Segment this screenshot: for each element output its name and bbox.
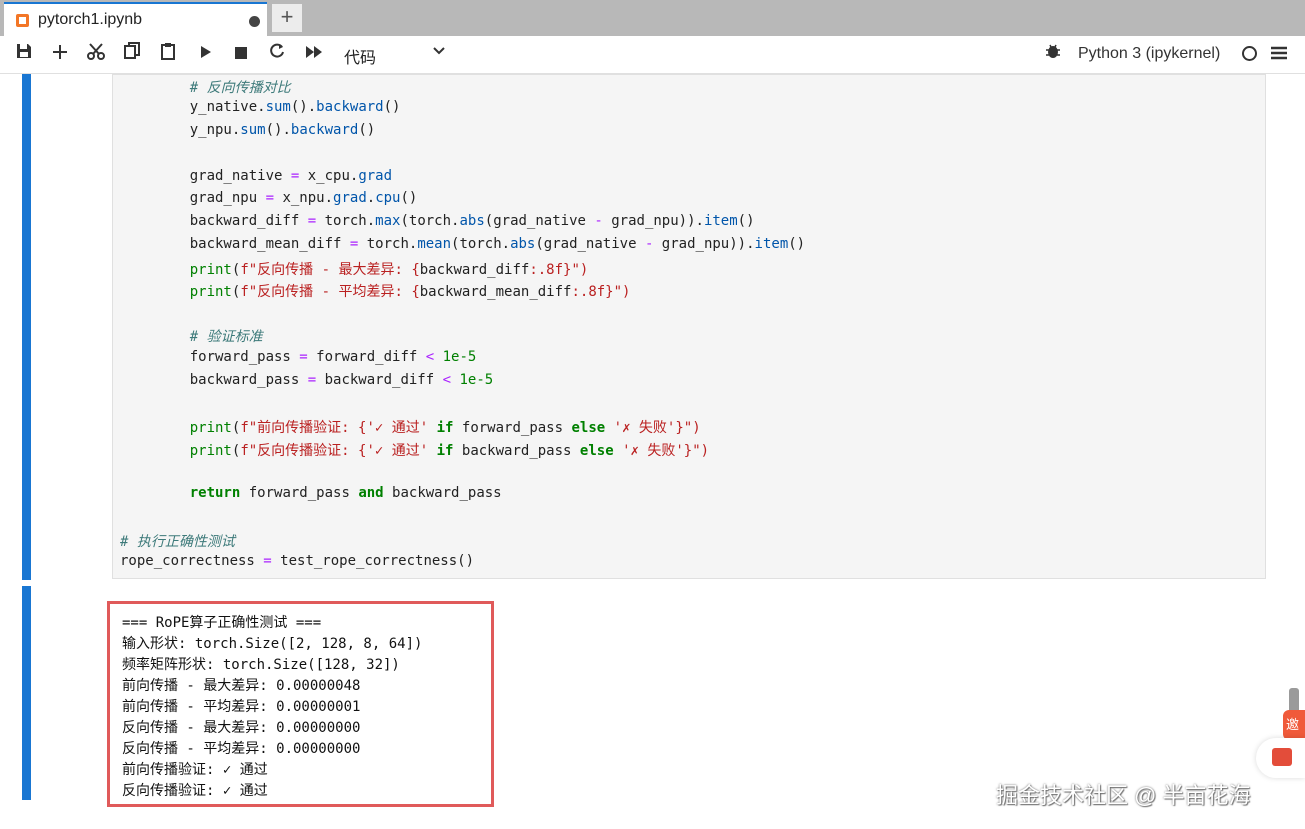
- code-line: return forward_pass and backward_pass: [189, 485, 502, 501]
- unsaved-dot-icon[interactable]: [249, 16, 260, 27]
- kernel-status-icon: [1242, 46, 1257, 61]
- cut-icon[interactable]: [86, 42, 106, 66]
- code-line: backward_pass = backward_diff < 1e-5: [156, 372, 494, 388]
- code-line: backward_mean_diff = torch.mean(torch.ab…: [156, 236, 806, 252]
- save-icon[interactable]: [14, 42, 34, 66]
- output-cell-collapser[interactable]: [22, 586, 31, 800]
- new-tab-button[interactable]: +: [272, 4, 302, 32]
- output-area: === RoPE算子正确性测试 === 输入形状: torch.Size([2,…: [107, 601, 494, 807]
- gift-icon: [1272, 748, 1292, 766]
- stop-icon[interactable]: [231, 42, 251, 66]
- code-line: y_native.sum().backward(): [156, 99, 401, 115]
- code-line: print(f"反向传播 - 平均差异: {backward_mean_diff…: [189, 284, 631, 300]
- code-line: backward_diff = torch.max(torch.abs(grad…: [156, 213, 755, 229]
- code-line: print(f"反向传播验证: {'✓ 通过' if backward_pass…: [189, 443, 710, 459]
- tab-bar: pytorch1.ipynb +: [0, 0, 1305, 36]
- restart-icon[interactable]: [267, 42, 287, 66]
- add-cell-icon[interactable]: [50, 42, 70, 66]
- notebook-toolbar: 代码 Python 3 (ipykernel): [0, 36, 1305, 74]
- code-cell-collapser[interactable]: [22, 74, 31, 580]
- code-line: forward_pass = forward_diff < 1e-5: [156, 349, 477, 365]
- code-line: # 反向传播对比: [156, 80, 291, 96]
- tab-title[interactable]: pytorch1.ipynb: [38, 11, 142, 29]
- gift-button[interactable]: [1256, 738, 1305, 778]
- chevron-down-icon[interactable]: [432, 44, 446, 61]
- run-icon[interactable]: [196, 42, 216, 66]
- output-line: === RoPE算子正确性测试 ===: [122, 615, 322, 631]
- code-line: y_npu.sum().backward(): [156, 122, 376, 138]
- code-line: # 验证标准: [156, 329, 263, 345]
- menu-icon[interactable]: [1269, 42, 1289, 66]
- code-line: # 执行正确性测试: [120, 534, 235, 550]
- code-line: grad_npu = x_npu.grad.cpu(): [156, 190, 418, 206]
- notebook-icon: [16, 14, 29, 27]
- output-line: 频率矩阵形状: torch.Size([128, 32]): [122, 657, 400, 673]
- code-line: grad_native = x_cpu.grad: [156, 168, 393, 184]
- invite-badge[interactable]: 邀: [1283, 710, 1305, 740]
- output-line: 前向传播 - 平均差异: 0.00000001: [122, 699, 361, 715]
- code-line: rope_correctness = test_rope_correctness…: [120, 553, 475, 569]
- fast-forward-icon[interactable]: [304, 42, 324, 66]
- kernel-name[interactable]: Python 3 (ipykernel): [1078, 45, 1220, 63]
- code-editor[interactable]: # 反向传播对比 y_native.sum().backward() y_npu…: [112, 74, 1266, 579]
- paste-icon[interactable]: [158, 42, 178, 66]
- output-line: 前向传播验证: ✓ 通过: [122, 762, 268, 778]
- output-line: 反向传播 - 最大差异: 0.00000000: [122, 720, 361, 736]
- output-line: 反向传播 - 平均差异: 0.00000000: [122, 741, 361, 757]
- code-line: print(f"反向传播 - 最大差异: {backward_diff:.8f}…: [189, 262, 589, 278]
- output-line: 输入形状: torch.Size([2, 128, 8, 64]): [122, 636, 423, 652]
- notebook-tab[interactable]: pytorch1.ipynb: [4, 2, 267, 36]
- cell-type-select[interactable]: 代码: [344, 44, 376, 68]
- code-line: print(f"前向传播验证: {'✓ 通过' if forward_pass …: [189, 420, 701, 436]
- bug-icon[interactable]: [1043, 42, 1063, 66]
- watermark: 掘金技术社区 @ 半亩花海: [996, 783, 1251, 808]
- output-line: 反向传播验证: ✓ 通过: [122, 783, 268, 799]
- copy-icon[interactable]: [122, 42, 142, 66]
- output-line: 前向传播 - 最大差异: 0.00000048: [122, 678, 361, 694]
